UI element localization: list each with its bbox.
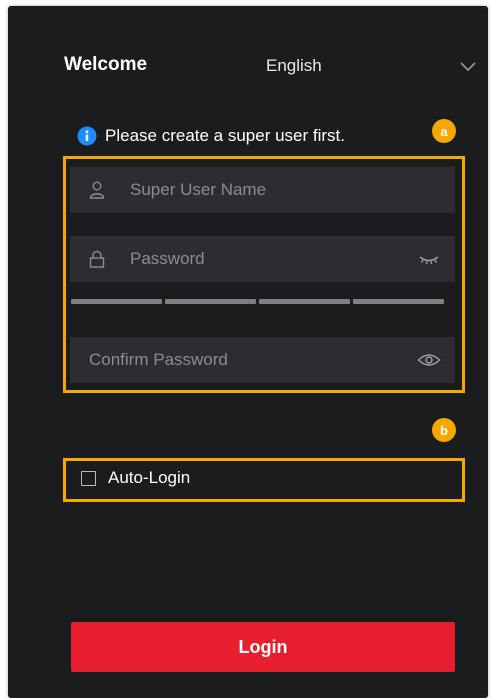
info-icon (77, 126, 97, 146)
strength-segment (71, 299, 162, 304)
annotation-badge-b: b (432, 418, 456, 442)
password-placeholder: Password (130, 249, 205, 268)
super-user-name-placeholder: Super User Name (130, 180, 267, 199)
strength-segment (259, 299, 350, 304)
auto-login-label: Auto-Login (108, 468, 191, 487)
strength-segment (353, 299, 444, 304)
chevron-down-icon[interactable] (459, 61, 477, 73)
lock-icon (89, 250, 105, 268)
strength-segment (165, 299, 256, 304)
eye-closed-icon[interactable] (417, 251, 441, 267)
language-select[interactable]: English (266, 56, 322, 76)
notice-text: Please create a super user first. (105, 126, 346, 145)
notice: Please create a super user first. (77, 126, 345, 146)
auto-login-checkbox[interactable] (81, 470, 96, 486)
confirm-password-placeholder: Confirm Password (89, 350, 228, 369)
login-button[interactable]: Login (71, 622, 455, 672)
confirm-password-field[interactable]: Confirm Password (70, 337, 455, 383)
annotation-badge-a: a (432, 119, 456, 143)
password-field[interactable]: Password (70, 236, 455, 282)
page-title: Welcome (64, 54, 148, 75)
auto-login-option[interactable]: Auto-Login (81, 468, 190, 488)
super-user-name-field[interactable]: Super User Name (70, 167, 455, 213)
eye-icon[interactable] (417, 352, 441, 368)
user-icon (89, 181, 105, 199)
login-panel: Welcome English Please create a super us… (8, 6, 488, 698)
password-strength-meter (71, 299, 444, 304)
